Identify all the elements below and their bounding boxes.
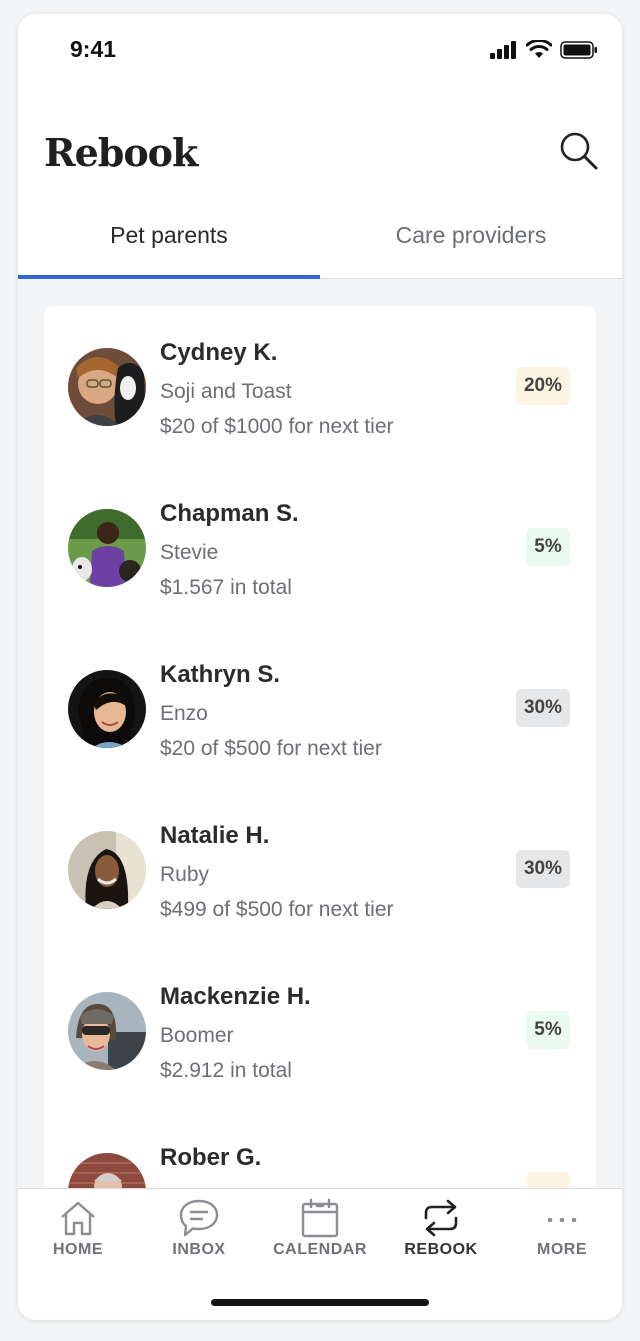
pet-names: Ruby — [160, 863, 210, 886]
list-item[interactable]: Mackenzie H. Boomer $2.912 in total 5% — [44, 950, 596, 1111]
rebook-arrows-icon — [424, 1199, 458, 1237]
tab-care-providers[interactable]: Care providers — [320, 210, 622, 278]
client-name: Rober G. — [160, 1144, 262, 1171]
search-icon — [560, 132, 598, 170]
status-time: 9:41 — [70, 36, 117, 62]
pet-names: Stevie — [160, 541, 219, 564]
home-indicator — [211, 1299, 429, 1306]
page-title: Rebook — [44, 130, 198, 175]
avatar — [68, 831, 146, 909]
avatar — [68, 992, 146, 1070]
client-name: Kathryn S. — [160, 661, 281, 688]
avatar — [68, 670, 146, 748]
total-spent: $1.567 in total — [160, 576, 292, 599]
pet-names: Enzo — [160, 702, 208, 725]
bottom-navigation: HOME INBOX CALENDAR REBOOK MORE — [18, 1188, 622, 1320]
status-bar: 9:41 — [18, 14, 622, 94]
list-item[interactable]: Kathryn S. Enzo $20 of $500 for next tie… — [44, 628, 596, 789]
tier-progress: $20 of $1000 for next tier — [160, 415, 394, 438]
discount-badge: 20% — [515, 367, 570, 405]
more-dots-icon — [547, 1217, 577, 1223]
client-name: Cydney K. — [160, 339, 278, 366]
tab-bar: Pet parents Care providers — [18, 210, 622, 279]
avatar — [68, 509, 146, 587]
pet-names: Boomer — [160, 1024, 234, 1047]
nav-more-label: MORE — [537, 1241, 587, 1258]
discount-badge: 30% — [515, 689, 570, 727]
nav-home-label: HOME — [53, 1241, 103, 1258]
cellular-signal-icon — [490, 40, 516, 59]
status-icons — [490, 40, 598, 59]
home-icon — [61, 1201, 95, 1236]
total-spent: $2.912 in total — [160, 1059, 292, 1082]
nav-inbox[interactable]: INBOX — [139, 1195, 259, 1265]
client-name: Natalie H. — [160, 822, 270, 849]
client-name: Chapman S. — [160, 500, 299, 527]
battery-icon — [560, 40, 597, 59]
client-list: Cydney K. Soji and Toast $20 of $1000 fo… — [44, 306, 596, 1206]
search-button[interactable] — [558, 130, 600, 172]
calendar-icon — [301, 1198, 339, 1238]
nav-rebook[interactable]: REBOOK — [381, 1195, 501, 1265]
discount-badge: 5% — [526, 528, 570, 566]
phone-screen: 9:41 Rebook Pet parents Care providers C… — [18, 14, 622, 1320]
nav-more[interactable]: MORE — [502, 1195, 622, 1265]
list-item[interactable]: Natalie H. Ruby $499 of $500 for next ti… — [44, 789, 596, 950]
client-name: Mackenzie H. — [160, 983, 311, 1010]
discount-badge: 30% — [515, 850, 570, 888]
discount-badge: 5% — [526, 1011, 570, 1049]
nav-home[interactable]: HOME — [18, 1195, 138, 1265]
list-item[interactable]: Chapman S. Stevie $1.567 in total 5% — [44, 467, 596, 628]
app-header: Rebook Pet parents Care providers — [18, 94, 622, 279]
list-item[interactable]: Cydney K. Soji and Toast $20 of $1000 fo… — [44, 306, 596, 467]
nav-calendar[interactable]: CALENDAR — [260, 1195, 380, 1265]
tier-progress: $499 of $500 for next tier — [160, 898, 394, 921]
wifi-icon — [526, 40, 552, 58]
chat-bubble-icon — [179, 1199, 219, 1237]
tab-pet-parents[interactable]: Pet parents — [18, 210, 320, 279]
nav-inbox-label: INBOX — [172, 1241, 226, 1258]
avatar — [68, 348, 146, 426]
tier-progress: $20 of $500 for next tier — [160, 737, 382, 760]
nav-rebook-label: REBOOK — [404, 1241, 478, 1258]
nav-calendar-label: CALENDAR — [273, 1241, 367, 1258]
pet-names: Soji and Toast — [160, 380, 292, 403]
